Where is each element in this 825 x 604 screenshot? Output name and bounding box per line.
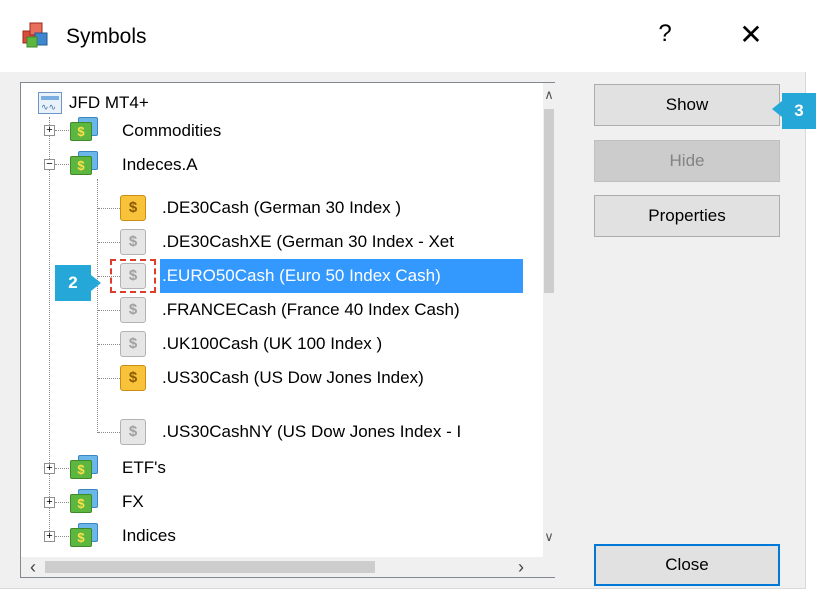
- expand-icon[interactable]: +: [44, 497, 55, 508]
- tree-line: [98, 242, 120, 243]
- scroll-left-icon[interactable]: ‹: [23, 557, 43, 577]
- dollar-coin-icon: $: [120, 229, 146, 255]
- tree-line: [55, 130, 69, 131]
- tree-line: [55, 164, 69, 165]
- tree-line: [55, 502, 69, 503]
- show-button[interactable]: Show: [594, 84, 780, 126]
- dollar-coin-icon: $: [120, 331, 146, 357]
- folder-icon: $: [70, 523, 100, 547]
- server-icon: ∿∿: [38, 92, 62, 114]
- collapse-icon[interactable]: −: [44, 159, 55, 170]
- expand-icon[interactable]: +: [44, 531, 55, 542]
- dollar-coin-icon: $: [120, 297, 146, 323]
- callout-badge-2: 2: [55, 265, 91, 301]
- tree-line: [98, 310, 120, 311]
- scroll-up-icon[interactable]: ∧: [543, 87, 555, 107]
- dollar-coin-icon: $: [120, 419, 146, 445]
- window-title: Symbols: [66, 25, 147, 48]
- dollar-coin-icon: $: [120, 365, 146, 391]
- folder-icon: $: [70, 117, 100, 141]
- folder-icon: $: [70, 489, 100, 513]
- tree-line: [97, 179, 98, 433]
- tree-line: [98, 432, 120, 433]
- tree-line: [98, 378, 120, 379]
- vertical-scroll-thumb[interactable]: [544, 109, 554, 293]
- symbols-app-icon: [22, 22, 48, 48]
- close-window-button[interactable]: ✕: [736, 18, 766, 51]
- help-button[interactable]: ?: [650, 20, 680, 48]
- expand-icon[interactable]: +: [44, 463, 55, 474]
- annotation-highlight-box: [110, 259, 156, 293]
- horizontal-scrollbar[interactable]: ‹ ›: [21, 557, 543, 577]
- horizontal-scroll-thumb[interactable]: [45, 561, 375, 573]
- vertical-scrollbar[interactable]: ∧ ∨: [543, 83, 555, 557]
- tree-line: [55, 468, 69, 469]
- tree-root[interactable]: JFD MT4+: [69, 89, 269, 117]
- folder-icon: $: [70, 455, 100, 479]
- tree-line: [98, 208, 120, 209]
- scrollbar-corner: [543, 557, 555, 577]
- scroll-down-icon[interactable]: ∨: [543, 529, 555, 549]
- close-button[interactable]: Close: [594, 544, 780, 586]
- callout-badge-3: 3: [782, 93, 816, 129]
- folder-icon: $: [70, 151, 100, 175]
- symbols-tree[interactable]: ∿∿ JFD MT4+ + $ Commodities − $ Indeces.…: [20, 82, 555, 578]
- dollar-coin-icon: $: [120, 195, 146, 221]
- tree-root-label: JFD MT4+: [69, 93, 149, 112]
- tree-line: [55, 536, 69, 537]
- scroll-right-icon[interactable]: ›: [511, 557, 531, 577]
- title-bar: Symbols ? ✕: [0, 0, 806, 72]
- properties-button[interactable]: Properties: [594, 195, 780, 237]
- expand-icon[interactable]: +: [44, 125, 55, 136]
- symbols-dialog: Symbols ? ✕ ∿∿ JFD MT4+ + $ Commodities …: [0, 0, 816, 589]
- hide-button[interactable]: Hide: [594, 140, 780, 182]
- callout-arrow: [772, 101, 782, 117]
- callout-arrow: [91, 275, 101, 291]
- tree-line: [98, 344, 120, 345]
